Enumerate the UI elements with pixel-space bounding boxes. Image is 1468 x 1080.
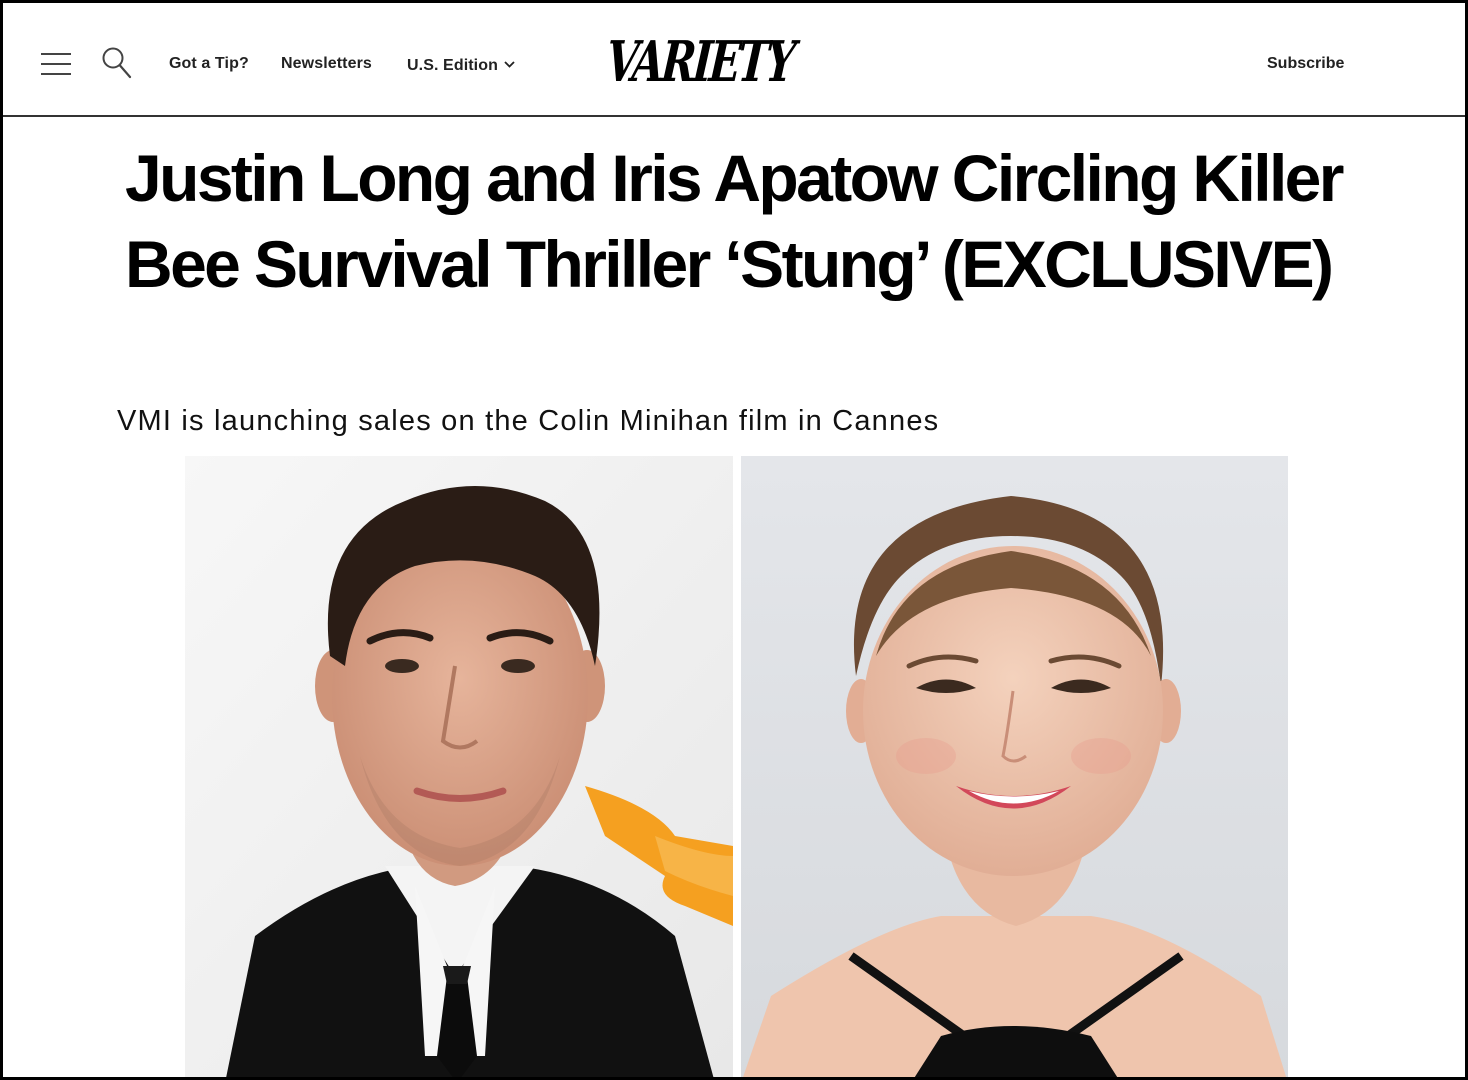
site-header: Got a Tip? Newsletters U.S. Edition VARI… [3, 3, 1465, 117]
edition-label: U.S. Edition [407, 57, 498, 74]
menu-icon[interactable] [41, 49, 73, 77]
browser-page: Got a Tip? Newsletters U.S. Edition VARI… [0, 0, 1468, 1080]
search-icon[interactable] [101, 46, 133, 80]
photo-justin-long [185, 456, 733, 1077]
photo-iris-apatow [741, 456, 1288, 1077]
article-headline: Justin Long and Iris Apatow Circling Kil… [125, 141, 1344, 301]
edition-dropdown[interactable]: U.S. Edition [407, 55, 515, 75]
variety-logo[interactable]: VARIETY [604, 29, 819, 95]
subscribe-link[interactable]: Subscribe [1267, 55, 1344, 73]
logo-text: VARIETY [603, 29, 796, 95]
newsletters-link[interactable]: Newsletters [281, 55, 372, 73]
article-dek: VMI is launching sales on the Colin Mini… [117, 405, 940, 437]
got-a-tip-link[interactable]: Got a Tip? [169, 55, 249, 73]
chevron-down-icon [504, 55, 515, 73]
